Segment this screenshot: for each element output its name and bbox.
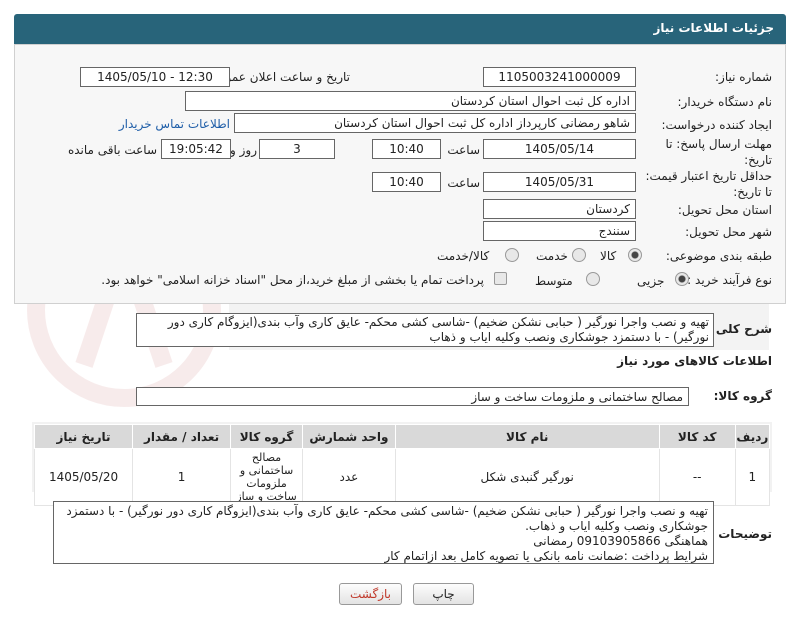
goods-group-label: گروه کالا: [713, 389, 772, 403]
province-field: کردستان [483, 199, 636, 219]
description-field: تهیه و نصب واجرا نورگیر ( حبابی نشکن ضخی… [136, 313, 714, 347]
back-button[interactable]: بازگشت [339, 583, 402, 605]
city-label: شهر محل تحویل: [685, 225, 772, 239]
col-group: گروه کالا [230, 424, 304, 449]
buyer-org-field: اداره کل ثبت احوال استان کردستان [185, 91, 636, 111]
table-header-row: ردیف کد کالا نام کالا واحد شمارش گروه کا… [33, 424, 771, 449]
buyer-notes-line: تهیه و نصب واجرا نورگیر ( حبابی نشکن ضخی… [66, 504, 708, 533]
reply-time-field: 10:40 [372, 139, 441, 159]
col-row: ردیف [734, 424, 771, 449]
days-remaining-field: 3 [259, 139, 335, 159]
col-name: نام کالا [394, 424, 660, 449]
goods-group-field: مصالح ساختمانی و ملزومات ساخت و ساز [136, 387, 689, 406]
category-goods-label: کالا [600, 249, 617, 263]
province-label: استان محل تحویل: [677, 203, 772, 217]
buyer-notes-line: شرایط پرداخت :ضمانت نامه بانکی یا تصویه … [384, 549, 708, 563]
buyer-notes-field: تهیه و نصب واجرا نورگیر ( حبابی نشکن ضخی… [53, 501, 714, 564]
category-label: طبقه بندی موضوعی: [665, 249, 772, 263]
buyer-contact-link[interactable]: اطلاعات تماس خریدار [119, 117, 230, 131]
col-qty: تعداد / مقدار [132, 424, 232, 449]
process-radio-medium[interactable] [586, 272, 600, 286]
goods-section-title: اطلاعات کالاهای مورد نیاز [617, 354, 772, 368]
buyer-org-label: نام دستگاه خریدار: [677, 95, 773, 109]
goods-table-wrap: ردیف کد کالا نام کالا واحد شمارش گروه کا… [32, 422, 772, 506]
process-label: نوع فرآیند خرید : [687, 273, 772, 287]
reply-deadline-label-line1: مهلت ارسال پاسخ: تا [665, 137, 772, 151]
table-row: 1 -- نورگیر گنبدی شکل عدد مصالح ساختمانی… [33, 448, 771, 506]
category-service-label: خدمت [536, 249, 568, 263]
requester-label: ایجاد کننده درخواست: [661, 118, 772, 132]
days-label: روز و [230, 143, 257, 157]
remaining-label: ساعت باقی مانده [67, 143, 157, 157]
price-validity-label: حداقل تاریخ اعتبار قیمت: تا تاریخ: [645, 168, 772, 200]
cell-qty: 1 [132, 448, 232, 506]
reply-deadline-label-line2: تاریخ: [744, 153, 772, 167]
requester-field: شاهو رمضانی کارپرداز اداره کل ثبت احوال … [234, 113, 636, 133]
need-number-label: شماره نیاز: [715, 70, 772, 84]
col-unit: واحد شمارش [302, 424, 396, 449]
category-radio-service[interactable] [572, 248, 586, 262]
payment-note: پرداخت تمام یا بخشی از مبلغ خرید،از محل … [101, 273, 484, 287]
price-date-field: 1405/05/31 [483, 172, 636, 192]
announce-field: 1405/05/10 - 12:30 [80, 67, 230, 87]
reply-time-label: ساعت [447, 143, 480, 157]
page-title: جزئیات اطلاعات نیاز [653, 21, 774, 35]
print-button[interactable]: چاپ [413, 583, 474, 605]
price-time-field: 10:40 [372, 172, 441, 192]
city-field: سنندج [483, 221, 636, 241]
price-validity-label-line1: حداقل تاریخ اعتبار قیمت: [645, 169, 772, 183]
process-radio-minor[interactable] [675, 272, 689, 286]
category-goods-service-label: کالا/خدمت [437, 249, 490, 263]
process-minor-label: جزیی [637, 274, 665, 288]
reply-date-field: 1405/05/14 [483, 139, 636, 159]
col-code: کد کالا [658, 424, 736, 449]
remaining-time-field: 19:05:42 [161, 139, 231, 159]
process-medium-label: متوسط [535, 274, 573, 288]
cell-unit: عدد [302, 448, 396, 506]
cell-date: 1405/05/20 [33, 448, 134, 506]
treasury-checkbox[interactable] [494, 272, 507, 285]
cell-name: نورگیر گنبدی شکل [394, 448, 660, 506]
category-radio-goods-service[interactable] [505, 248, 519, 262]
page-header: جزئیات اطلاعات نیاز [14, 14, 786, 44]
buyer-notes-line: هماهنگی 09103905866 رمضانی [533, 534, 708, 548]
cell-group: مصالح ساختمانی و ملزومات ساخت و ساز [230, 448, 304, 506]
cell-row: 1 [734, 448, 771, 506]
price-validity-label-line2: تا تاریخ: [733, 185, 772, 199]
need-number-field: 1105003241000009 [483, 67, 636, 87]
reply-deadline-label: مهلت ارسال پاسخ: تا تاریخ: [665, 136, 772, 168]
category-radio-goods[interactable] [628, 248, 642, 262]
price-time-label: ساعت [447, 176, 480, 190]
col-date: تاریخ نیاز [33, 424, 134, 449]
goods-table: ردیف کد کالا نام کالا واحد شمارش گروه کا… [33, 424, 771, 506]
cell-code: -- [658, 448, 736, 506]
